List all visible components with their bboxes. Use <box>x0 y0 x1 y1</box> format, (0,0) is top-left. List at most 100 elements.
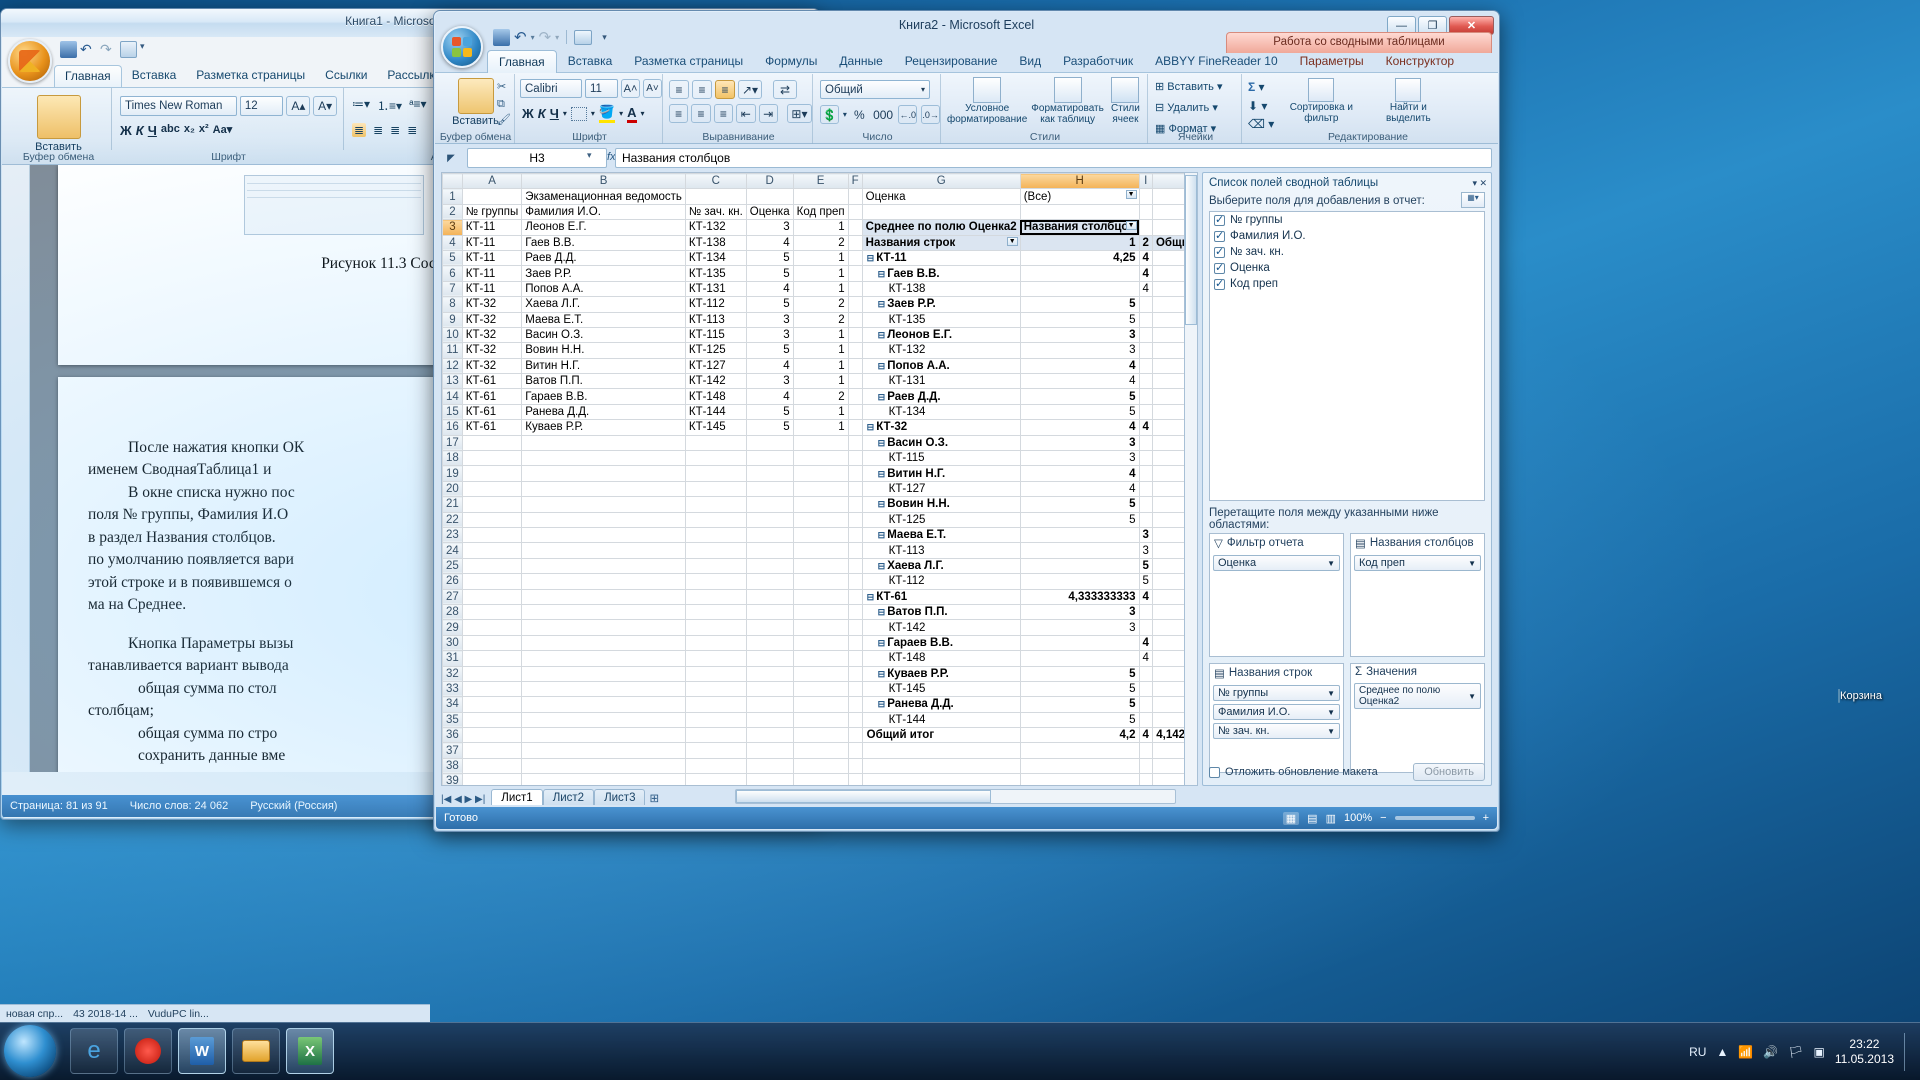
cell-styles-button[interactable]: Стили ячеек <box>1108 77 1143 125</box>
cell-C39[interactable] <box>684 773 747 785</box>
cell-A4[interactable]: КТ-11 <box>461 234 523 251</box>
cell-D7[interactable]: 4 <box>745 280 794 298</box>
cell-B38[interactable] <box>521 757 686 775</box>
cell-H20[interactable]: 4 <box>1019 480 1140 498</box>
cell-F16[interactable] <box>847 419 863 436</box>
row-header-28[interactable]: 28 <box>442 603 463 621</box>
cell-G2[interactable] <box>861 203 1021 221</box>
cell-B2[interactable]: Фамилия И.О. <box>521 203 686 221</box>
fill-color-icon[interactable]: 🪣 <box>598 104 616 123</box>
cell-B12[interactable]: Витин Н.Г. <box>521 357 686 375</box>
cell-G16[interactable]: ⊟ КТ-32 <box>861 419 1021 436</box>
cell-H21[interactable]: 5 <box>1019 496 1140 513</box>
cell-A12[interactable]: КТ-32 <box>461 357 523 375</box>
cell-A10[interactable]: КТ-32 <box>461 326 523 344</box>
row-header-16[interactable]: 16 <box>442 419 463 436</box>
shrink-font-icon[interactable]: A▾ <box>313 96 338 116</box>
cell-F6[interactable] <box>847 265 863 282</box>
tab-formuly[interactable]: Формулы <box>754 50 828 73</box>
cell-B10[interactable]: Васин О.З. <box>521 326 686 344</box>
cell-D34[interactable] <box>745 696 794 713</box>
underline-button[interactable]: Ч <box>148 123 157 138</box>
cell-A17[interactable] <box>461 434 523 452</box>
cell-F23[interactable] <box>847 526 863 544</box>
collapse-icon[interactable]: ⊟ <box>878 561 886 571</box>
row-header-21[interactable]: 21 <box>442 496 463 513</box>
field-list-controls[interactable]: ▾ ✕ <box>1472 178 1487 189</box>
cell-B21[interactable] <box>521 496 686 513</box>
cell-B19[interactable] <box>521 465 686 482</box>
copy-icon[interactable]: ⧉ <box>497 96 511 113</box>
sheet-tab-list1[interactable]: Лист1 <box>491 789 543 805</box>
row-field-pill[interactable]: № зач. кн. ▼ <box>1213 723 1340 739</box>
cell-F17[interactable] <box>847 434 863 452</box>
cell-I14[interactable] <box>1138 388 1153 405</box>
cell-B24[interactable] <box>521 542 686 559</box>
row-labels-zone[interactable]: ▤ Названия строк № группы ▼ Фамилия И.О. ▼ … <box>1209 663 1344 773</box>
change-case-icon[interactable]: Aa▾ <box>213 123 233 138</box>
cell-F29[interactable] <box>847 619 863 636</box>
cell-A33[interactable] <box>461 680 523 698</box>
cell-B27[interactable] <box>521 588 686 605</box>
start-button[interactable] <box>4 1025 56 1077</box>
cell-F22[interactable] <box>847 511 863 528</box>
cell-E36[interactable] <box>792 727 849 744</box>
column-header-A[interactable]: A <box>461 173 523 190</box>
cell-H16[interactable]: 4 <box>1019 419 1140 436</box>
align-center-icon[interactable]: ≡ <box>691 104 711 123</box>
taskbar-folder-button[interactable] <box>232 1028 280 1074</box>
row-header-35[interactable]: 35 <box>442 711 463 729</box>
row-field-pill[interactable]: Фамилия И.О. ▼ <box>1213 704 1340 720</box>
strikethrough-icon[interactable]: abc <box>161 123 180 138</box>
view-normal-icon[interactable]: ▦ <box>1282 811 1300 825</box>
cell-I5[interactable]: 4 <box>1138 249 1153 267</box>
field-item-grade[interactable]: Оценка <box>1210 260 1484 276</box>
underline-button[interactable]: Ч <box>550 106 559 121</box>
cell-I29[interactable] <box>1138 619 1153 636</box>
cell-H7[interactable] <box>1019 280 1140 298</box>
borders-icon[interactable] <box>570 106 587 121</box>
cell-F10[interactable] <box>847 326 863 344</box>
cell-C38[interactable] <box>684 757 747 775</box>
language-indicator[interactable]: RU <box>1689 1045 1706 1059</box>
cell-G6[interactable]: ⊟ Гаев В.В. <box>861 265 1021 282</box>
cell-D31[interactable] <box>745 650 794 667</box>
merge-cells-icon[interactable]: ⊞▾ <box>786 104 813 123</box>
cell-C12[interactable]: КТ-127 <box>684 357 747 375</box>
cell-I6[interactable]: 4 <box>1138 265 1153 282</box>
cell-C16[interactable]: КТ-145 <box>684 419 747 436</box>
zoom-in-icon[interactable]: + <box>1483 812 1489 824</box>
cell-F26[interactable] <box>847 573 863 590</box>
cell-I21[interactable] <box>1138 496 1153 513</box>
cell-B32[interactable] <box>521 665 686 682</box>
defer-layout-update[interactable]: Отложить обновление макета <box>1209 766 1378 778</box>
cell-A8[interactable]: КТ-32 <box>461 296 523 313</box>
font-color-icon[interactable]: A <box>627 105 637 123</box>
collapse-icon[interactable]: ⊟ <box>867 253 875 263</box>
cell-I17[interactable] <box>1138 434 1153 452</box>
row-header-20[interactable]: 20 <box>442 480 463 498</box>
taskbar-items[interactable]: e W X <box>70 1028 334 1074</box>
row-header-1[interactable]: 1 <box>442 188 463 205</box>
cell-G27[interactable]: ⊟ КТ-61 <box>861 588 1021 605</box>
cell-A26[interactable] <box>461 573 523 590</box>
wrap-text-icon[interactable]: ⇄ <box>773 80 797 99</box>
row-header-38[interactable]: 38 <box>442 757 463 775</box>
cell-G1[interactable]: Оценка <box>861 188 1021 205</box>
redo-icon[interactable]: ↷ <box>539 28 552 46</box>
cell-C8[interactable]: КТ-112 <box>684 296 747 313</box>
cell-B29[interactable] <box>521 619 686 636</box>
row-labels-dropdown-icon[interactable]: ▼ <box>1006 236 1018 246</box>
cell-F14[interactable] <box>847 388 863 405</box>
align-left-icon[interactable]: ≣ <box>352 123 367 137</box>
collapse-icon[interactable]: ⊟ <box>878 530 886 540</box>
cell-E26[interactable] <box>792 573 849 590</box>
cell-F21[interactable] <box>847 496 863 513</box>
cell-F28[interactable] <box>847 603 863 621</box>
cell-F20[interactable] <box>847 480 863 498</box>
cell-E15[interactable]: 1 <box>792 403 849 421</box>
cell-B25[interactable] <box>521 557 686 575</box>
cell-D20[interactable] <box>745 480 794 498</box>
paste-icon[interactable] <box>36 95 81 139</box>
cell-A9[interactable]: КТ-32 <box>461 311 523 328</box>
